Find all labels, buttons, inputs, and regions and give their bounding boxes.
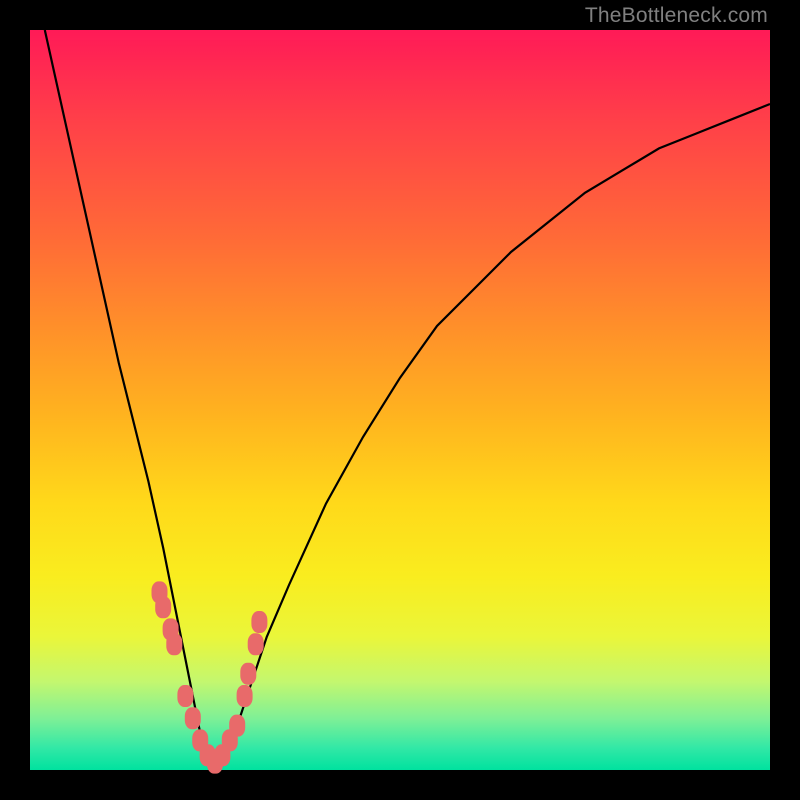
- highlighted-points: [152, 581, 268, 773]
- marker-point: [166, 633, 182, 655]
- marker-point: [240, 663, 256, 685]
- marker-point: [177, 685, 193, 707]
- chart-frame: TheBottleneck.com: [0, 0, 800, 800]
- watermark-text: TheBottleneck.com: [585, 4, 768, 28]
- bottleneck-curve: [45, 30, 770, 763]
- curve-svg: [30, 30, 770, 770]
- marker-point: [248, 633, 264, 655]
- marker-point: [155, 596, 171, 618]
- plot-area: [30, 30, 770, 770]
- marker-point: [229, 715, 245, 737]
- marker-point: [237, 685, 253, 707]
- marker-point: [251, 611, 267, 633]
- marker-point: [185, 707, 201, 729]
